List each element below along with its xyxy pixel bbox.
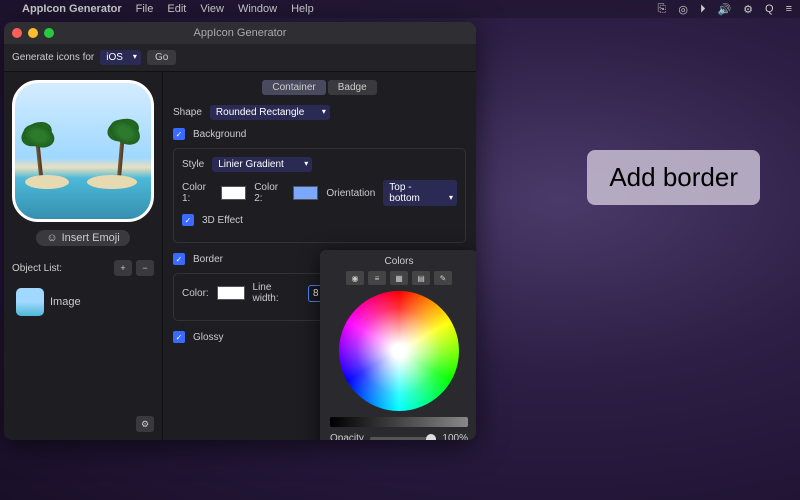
window-title: AppIcon Generator (4, 27, 476, 39)
shape-select[interactable]: Rounded Rectangle (210, 105, 330, 120)
tutorial-callout: Add border (587, 150, 760, 205)
color1-label: Color 1: (182, 182, 213, 204)
3d-effect-checkbox[interactable]: ✓ (182, 214, 194, 226)
icon-preview[interactable] (12, 80, 154, 222)
settings-button[interactable]: ⚙ (136, 416, 154, 432)
color-mode-pencils[interactable]: ✎ (434, 271, 452, 285)
menubar: AppIcon Generator File Edit View Window … (0, 0, 800, 18)
toolbar: Generate icons for iOS Go (4, 44, 476, 72)
spotlight-icon[interactable]: Q (765, 3, 774, 15)
go-button[interactable]: Go (147, 50, 176, 65)
3d-effect-label: 3D Effect (202, 215, 243, 226)
insert-emoji-button[interactable]: ☺Insert Emoji (36, 230, 129, 246)
tab-badge[interactable]: Badge (328, 80, 377, 95)
object-thumbnail (16, 288, 44, 316)
brightness-slider[interactable] (330, 417, 468, 427)
app-menu[interactable]: AppIcon Generator (22, 3, 122, 15)
generate-label: Generate icons for (12, 52, 94, 63)
platform-select[interactable]: iOS (100, 50, 141, 65)
object-name: Image (50, 296, 81, 308)
color-wheel[interactable] (339, 291, 459, 411)
menu-file[interactable]: File (136, 3, 154, 15)
glossy-checkbox[interactable]: ✓ (173, 331, 185, 343)
color-mode-sliders[interactable]: ≡ (368, 271, 386, 285)
color-panel-title: Colors (326, 256, 472, 267)
color-mode-wheel[interactable]: ◉ (346, 271, 364, 285)
color-mode-palette[interactable]: ▦ (390, 271, 408, 285)
border-label: Border (193, 254, 223, 265)
background-group: Style Linier Gradient Color 1: Color 2: … (173, 148, 466, 243)
status-icon[interactable]: ⎘ (658, 3, 667, 16)
orientation-label: Orientation (326, 188, 375, 199)
border-checkbox[interactable]: ✓ (173, 253, 185, 265)
left-panel: ☺Insert Emoji Object List: + − Image ⚙ (4, 72, 162, 440)
menu-icon[interactable]: ≡ (786, 3, 792, 15)
line-width-label: Line width: (253, 282, 300, 304)
color-picker-panel[interactable]: Colors ◉ ≡ ▦ ▤ ✎ Opacity 100% ✎ (320, 250, 476, 440)
object-list-label: Object List: (12, 263, 62, 274)
control-center-icon[interactable]: ⚙ (743, 3, 753, 16)
opacity-slider[interactable] (370, 437, 437, 441)
emoji-icon: ☺ (46, 232, 57, 244)
color2-swatch[interactable] (293, 186, 318, 200)
titlebar[interactable]: AppIcon Generator (4, 22, 476, 44)
opacity-label: Opacity (330, 433, 364, 440)
color2-label: Color 2: (254, 182, 285, 204)
orientation-select[interactable]: Top - bottom (383, 180, 457, 206)
background-label: Background (193, 129, 246, 140)
menu-edit[interactable]: Edit (167, 3, 186, 15)
color-mode-spectrum[interactable]: ▤ (412, 271, 430, 285)
shape-label: Shape (173, 107, 202, 118)
status-icon[interactable]: ◎ (678, 3, 688, 16)
add-object-button[interactable]: + (114, 260, 132, 276)
status-icon[interactable]: ⏵ (700, 3, 706, 16)
tab-container[interactable]: Container (262, 80, 325, 95)
volume-icon[interactable]: 🔊 (717, 3, 731, 16)
color1-swatch[interactable] (221, 186, 246, 200)
border-color-swatch[interactable] (217, 286, 245, 300)
right-panel: Container Badge Shape Rounded Rectangle … (162, 72, 476, 440)
border-color-label: Color: (182, 288, 209, 299)
style-label: Style (182, 159, 204, 170)
app-window: AppIcon Generator Generate icons for iOS… (4, 22, 476, 440)
object-row[interactable]: Image (12, 284, 154, 320)
menu-help[interactable]: Help (291, 3, 314, 15)
menu-window[interactable]: Window (238, 3, 277, 15)
background-checkbox[interactable]: ✓ (173, 128, 185, 140)
style-select[interactable]: Linier Gradient (212, 157, 312, 172)
remove-object-button[interactable]: − (136, 260, 154, 276)
opacity-value: 100% (442, 433, 468, 440)
menu-view[interactable]: View (200, 3, 224, 15)
glossy-label: Glossy (193, 332, 224, 343)
